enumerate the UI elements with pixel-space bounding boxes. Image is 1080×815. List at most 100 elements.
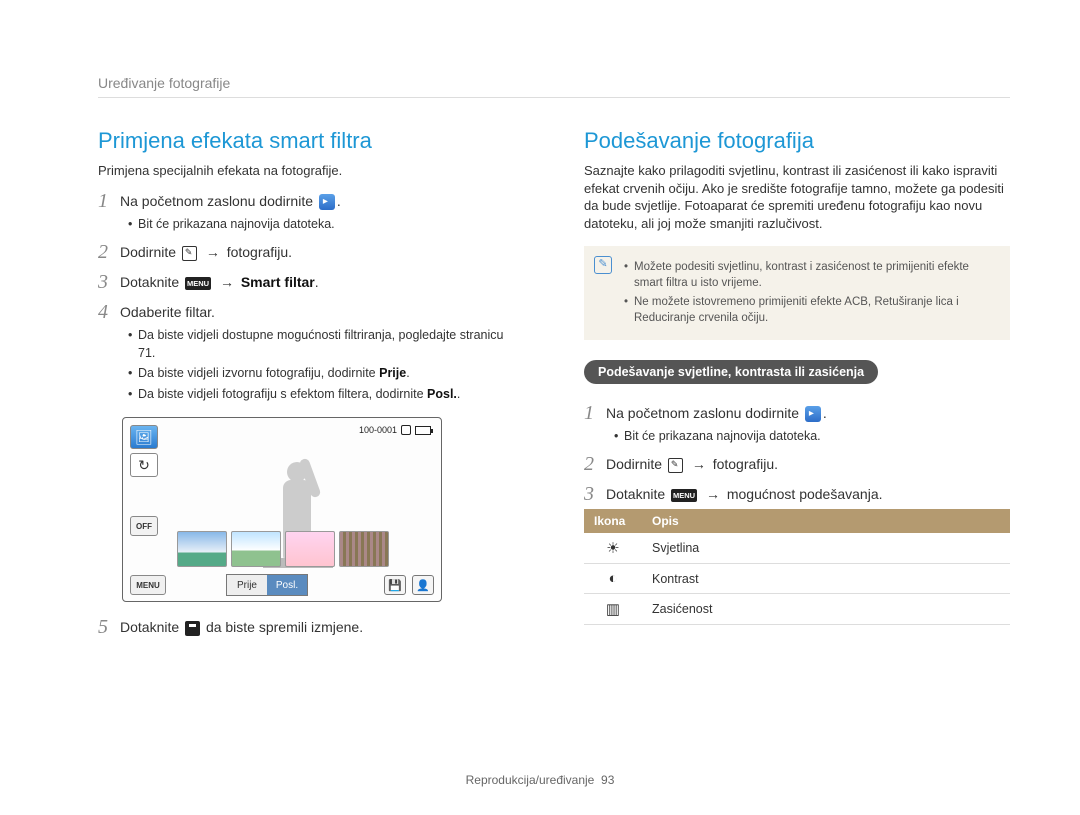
cam-menu-button[interactable]: MENU xyxy=(130,575,166,595)
table-row: ◐ Kontrast xyxy=(584,564,1010,594)
note-1: Možete podesiti svjetlinu, kontrast i za… xyxy=(624,259,998,291)
right-step-3: 3 Dotaknite MENU → mogućnost podešavanja… xyxy=(584,483,1010,505)
b3-c: . xyxy=(457,387,460,401)
step2-a: Dodirnite xyxy=(120,244,176,260)
step-number: 3 xyxy=(584,483,606,505)
step-number: 2 xyxy=(98,241,120,263)
left-step-5: 5 Dotaknite da biste spremili izmjene. xyxy=(98,616,524,638)
footer-page: 93 xyxy=(601,773,614,787)
r-step2-b: fotografiju. xyxy=(713,456,778,472)
adjustment-table: Ikona Opis ☀ Svjetlina ◐ Kontrast ▥ Zasi… xyxy=(584,509,1010,625)
step-number: 4 xyxy=(98,301,120,323)
page-header: Uređivanje fotografije xyxy=(98,75,1010,98)
camera-preview: 🖼 ↻ OFF 100-0001 xyxy=(122,417,442,602)
th-desc: Opis xyxy=(642,509,1010,533)
note-icon: ✎ xyxy=(594,256,612,274)
cam-tabs: Prije Posl. xyxy=(226,574,308,596)
r-step3-b: mogućnost podešavanja. xyxy=(727,486,883,502)
b3-b: Posl. xyxy=(427,387,457,401)
sub-heading: Podešavanje svjetline, kontrasta ili zas… xyxy=(584,360,878,384)
step1-text: Na početnom zaslonu dodirnite xyxy=(120,193,313,209)
arrow-icon: → xyxy=(706,486,720,502)
step5-a: Dotaknite xyxy=(120,619,179,635)
page-footer: Reprodukcija/uređivanje 93 xyxy=(0,773,1080,787)
step1-bullets: Bit će prikazana najnovija datoteka. xyxy=(128,216,524,234)
page: Uređivanje fotografije Primjena efekata … xyxy=(0,0,1080,672)
cam-off-button[interactable]: OFF xyxy=(130,516,158,536)
brightness-icon: ☀ xyxy=(606,540,619,557)
left-intro: Primjena specijalnih efekata na fotograf… xyxy=(98,162,524,180)
cam-icon-photo[interactable]: 🖼 xyxy=(130,425,158,449)
cam-save-icon[interactable]: 💾 xyxy=(384,575,406,595)
arrow-icon: → xyxy=(220,274,234,290)
step-number: 3 xyxy=(98,271,120,293)
row-contrast: Kontrast xyxy=(642,564,1010,594)
step-number: 1 xyxy=(584,402,606,424)
cam-icon-rotate[interactable]: ↻ xyxy=(130,453,158,477)
cam-thumb[interactable] xyxy=(177,531,227,567)
cam-thumb[interactable] xyxy=(339,531,389,567)
step5-b: da biste spremili izmjene. xyxy=(206,619,363,635)
step-number: 1 xyxy=(98,190,120,212)
b3-a: Da biste vidjeli fotografiju s efektom f… xyxy=(138,387,427,401)
right-step-2: 2 Dodirnite → fotografiju. xyxy=(584,453,1010,475)
left-step-3: 3 Dotaknite MENU → Smart filtar. xyxy=(98,271,524,293)
step3-b: Smart filtar xyxy=(241,274,315,290)
step4-bullet-3: Da biste vidjeli fotografiju s efektom f… xyxy=(128,386,524,404)
cam-thumb[interactable] xyxy=(231,531,281,567)
r-step1-bullets: Bit će prikazana najnovija datoteka. xyxy=(614,428,1010,446)
note-2: Ne možete istovremeno primijeniti efekte… xyxy=(624,294,998,326)
r-step1-tail: . xyxy=(823,405,827,421)
step4-text: Odaberite filtar. xyxy=(120,301,215,323)
save-icon xyxy=(185,621,200,636)
table-header-row: Ikona Opis xyxy=(584,509,1010,533)
left-column: Primjena efekata smart filtra Primjena s… xyxy=(98,128,524,642)
memory-icon xyxy=(401,425,411,435)
contrast-icon: ◐ xyxy=(608,570,617,587)
left-step-2: 2 Dodirnite → fotografiju. xyxy=(98,241,524,263)
r-step1-text: Na početnom zaslonu dodirnite xyxy=(606,405,799,421)
b2-a: Da biste vidjeli izvornu fotografiju, do… xyxy=(138,366,379,380)
step-number: 2 xyxy=(584,453,606,475)
step3-a: Dotaknite xyxy=(120,274,179,290)
cam-bottom-bar: MENU Prije Posl. 💾 👤 xyxy=(130,574,434,596)
step-number: 5 xyxy=(98,616,120,638)
arrow-icon: → xyxy=(692,456,706,472)
right-column: Podešavanje fotografija Saznajte kako pr… xyxy=(584,128,1010,642)
step4-bullet-1: Da biste vidjeli dostupne mogućnosti fil… xyxy=(128,327,524,362)
table-row: ☀ Svjetlina xyxy=(584,533,1010,564)
arrow-icon: → xyxy=(206,244,220,260)
step4-bullets: Da biste vidjeli dostupne mogućnosti fil… xyxy=(128,327,524,403)
cam-thumb-row xyxy=(177,531,389,567)
step3-tail: . xyxy=(315,274,319,290)
note-box: ✎ Možete podesiti svjetlinu, kontrast i … xyxy=(584,246,1010,339)
right-intro: Saznajte kako prilagoditi svjetlinu, kon… xyxy=(584,162,1010,232)
footer-label: Reprodukcija/uređivanje xyxy=(466,773,595,787)
cam-thumb[interactable] xyxy=(285,531,335,567)
left-step-4: 4 Odaberite filtar. xyxy=(98,301,524,323)
step1-bullet-1: Bit će prikazana najnovija datoteka. xyxy=(128,216,524,234)
menu-icon: MENU xyxy=(671,489,697,502)
row-saturation: Zasićenost xyxy=(642,594,1010,625)
b2-c: . xyxy=(406,366,409,380)
table-row: ▥ Zasićenost xyxy=(584,594,1010,625)
th-icon: Ikona xyxy=(584,509,642,533)
left-step-1: 1 Na početnom zaslonu dodirnite . xyxy=(98,190,524,212)
left-section-title: Primjena efekata smart filtra xyxy=(98,128,524,154)
b2-b: Prije xyxy=(379,366,406,380)
battery-icon xyxy=(415,426,431,435)
step1-tail: . xyxy=(337,193,341,209)
step2-b: fotografiju. xyxy=(227,244,292,260)
right-step-1: 1 Na početnom zaslonu dodirnite . xyxy=(584,402,1010,424)
menu-icon: MENU xyxy=(185,277,211,290)
cam-left-icons: 🖼 ↻ xyxy=(130,425,158,477)
r-step2-a: Dodirnite xyxy=(606,456,662,472)
tab-before[interactable]: Prije xyxy=(227,575,267,595)
saturation-icon: ▥ xyxy=(606,601,620,618)
right-section-title: Podešavanje fotografija xyxy=(584,128,1010,154)
cam-share-icon[interactable]: 👤 xyxy=(412,575,434,595)
edit-icon xyxy=(668,458,683,473)
playback-icon xyxy=(805,406,821,422)
playback-icon xyxy=(319,194,335,210)
tab-after[interactable]: Posl. xyxy=(267,575,307,595)
